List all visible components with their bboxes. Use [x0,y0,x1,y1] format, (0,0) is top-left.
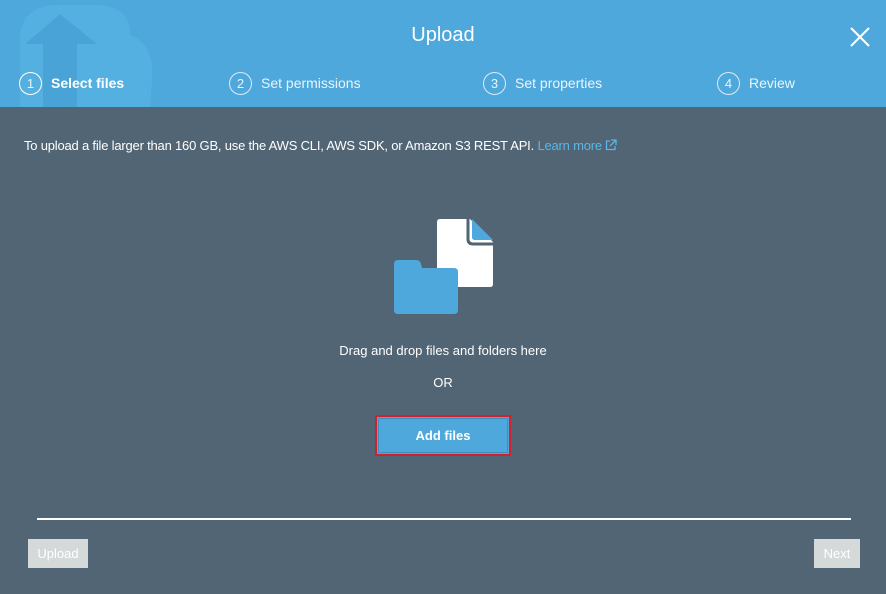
close-icon[interactable] [848,25,872,49]
learn-more-label: Learn more [537,138,602,153]
upload-button[interactable]: Upload [28,539,88,568]
next-button[interactable]: Next [814,539,860,568]
step-number: 1 [19,71,42,95]
external-link-icon [605,139,617,151]
step-set-permissions[interactable]: 2 Set permissions [229,71,361,95]
upload-size-info: To upload a file larger than 160 GB, use… [24,138,617,153]
files-and-folder-icon [394,219,493,314]
step-set-properties[interactable]: 3 Set properties [483,71,602,95]
step-number: 2 [229,71,252,95]
step-select-files[interactable]: 1 Select files [19,71,124,95]
step-number: 3 [483,71,506,95]
step-number: 4 [717,71,740,95]
footer-divider [37,518,851,520]
step-label: Select files [51,75,125,91]
step-review[interactable]: 4 Review [717,71,795,95]
add-files-label: Add files [415,428,471,443]
drag-drop-text: Drag and drop files and folders here [339,343,547,358]
info-text: To upload a file larger than 160 GB, use… [24,138,535,153]
dialog-title: Upload [411,24,475,46]
step-label: Set permissions [261,75,361,91]
add-files-button[interactable]: Add files [375,415,511,456]
learn-more-link[interactable]: Learn more [537,138,617,153]
dialog-header: Upload 1 Select files 2 Set permissions … [0,0,886,107]
or-text: OR [433,375,453,390]
step-label: Review [749,75,795,91]
step-label: Set properties [515,75,603,91]
